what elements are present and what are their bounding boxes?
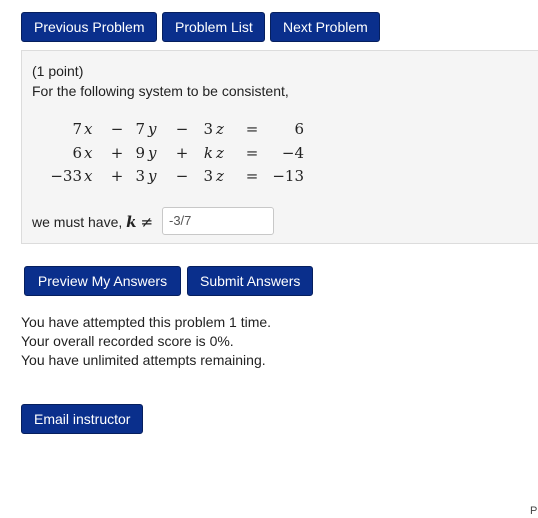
must-have-text: we must have, xyxy=(32,214,123,230)
problem-points: (1 point) xyxy=(32,63,84,79)
answer-input[interactable]: -3/7 xyxy=(162,207,274,235)
submit-answers-button[interactable]: Submit Answers xyxy=(187,266,313,296)
var-z: z xyxy=(216,167,224,185)
coef-x: 7 xyxy=(72,120,82,138)
next-problem-button[interactable]: Next Problem xyxy=(270,12,380,42)
previous-problem-button[interactable]: Previous Problem xyxy=(21,12,157,42)
rhs-value: −13 xyxy=(272,167,304,185)
coef-z: k xyxy=(203,144,213,162)
preview-answers-button[interactable]: Preview My Answers xyxy=(24,266,181,296)
score-text: Your overall recorded score is 0%. xyxy=(21,333,234,349)
not-equal-symbol: ≠ xyxy=(140,213,154,231)
coef-z: 3 xyxy=(203,167,213,185)
rhs-value: 6 xyxy=(294,120,304,138)
attempts-text: You have attempted this problem 1 time. xyxy=(21,314,272,330)
remaining-text: You have unlimited attempts remaining. xyxy=(21,352,266,368)
coef-y: 9 xyxy=(135,144,145,162)
k-symbol: k xyxy=(126,213,137,231)
problem-panel: (1 point) For the following system to be… xyxy=(21,50,538,244)
corner-text: P xyxy=(530,505,538,517)
problem-prompt: For the following system to be consisten… xyxy=(32,83,289,99)
var-z: z xyxy=(216,120,224,138)
rhs-value: −4 xyxy=(281,144,304,162)
coef-x: 6 xyxy=(72,144,82,162)
coef-y: 7 xyxy=(135,120,145,138)
constraint-label: we must have, k ≠ xyxy=(32,213,153,231)
coef-y: 3 xyxy=(135,167,145,185)
problem-list-button[interactable]: Problem List xyxy=(162,12,265,42)
email-instructor-button[interactable]: Email instructor xyxy=(21,404,143,434)
coef-z: 3 xyxy=(203,120,213,138)
coef-x: −33 xyxy=(50,167,82,185)
var-z: z xyxy=(216,144,224,162)
